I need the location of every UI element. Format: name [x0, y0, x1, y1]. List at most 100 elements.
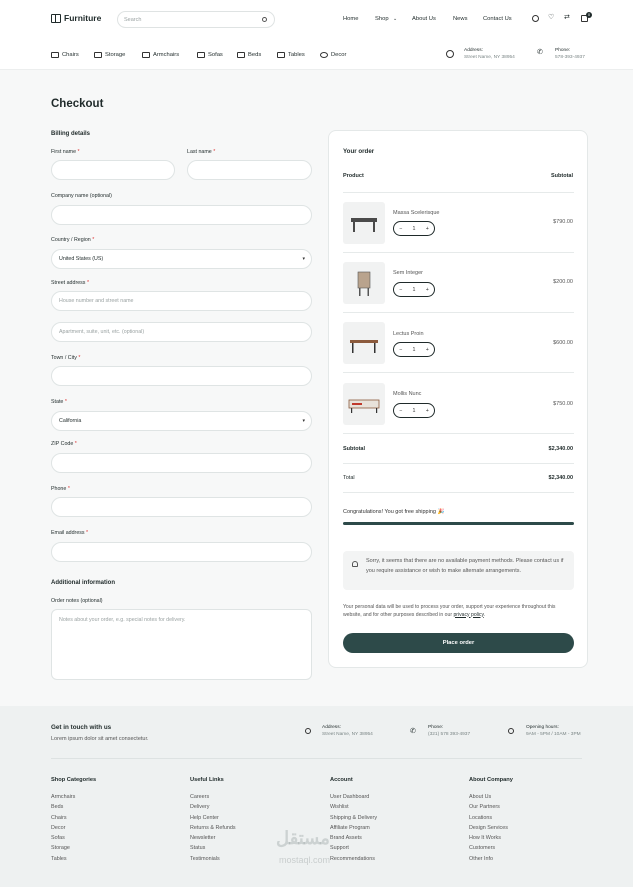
footer-link[interactable]: Delivery — [190, 802, 236, 812]
footer-link[interactable]: Storage — [51, 843, 75, 853]
footer-link[interactable]: Locations — [469, 813, 508, 823]
qty-minus[interactable]: − — [399, 287, 402, 293]
divider — [343, 192, 574, 193]
zip-field[interactable] — [51, 453, 312, 473]
footer-link[interactable]: Shipping & Delivery — [330, 813, 377, 823]
footer-link[interactable]: Newsletter — [190, 833, 236, 843]
last-name-field[interactable] — [187, 160, 312, 180]
divider — [343, 312, 574, 313]
footer-link[interactable]: Armchairs — [51, 792, 75, 802]
footer-divider — [51, 758, 582, 759]
qty-minus[interactable]: − — [399, 226, 402, 232]
qty-plus[interactable]: + — [426, 347, 429, 353]
qty-value[interactable]: 1 — [413, 287, 416, 293]
qty-plus[interactable]: + — [426, 408, 429, 414]
category-armchairs[interactable]: Armchairs — [142, 52, 179, 58]
chevron-down-icon[interactable]: ⌄ — [393, 16, 397, 22]
town-field[interactable] — [51, 366, 312, 386]
payment-notice: Sorry, it seems that there are no availa… — [343, 551, 574, 590]
order-notes-textarea[interactable]: Notes about your order, e.g. special not… — [51, 609, 312, 680]
nav-about[interactable]: About Us — [412, 16, 436, 22]
country-label: Country / Region * — [51, 237, 94, 243]
nav-contact[interactable]: Contact Us — [483, 16, 512, 22]
divider — [343, 463, 574, 464]
company-field[interactable] — [51, 205, 312, 225]
footer-link[interactable]: Other Info — [469, 854, 508, 864]
footer-link[interactable]: Decor — [51, 823, 75, 833]
quantity-stepper[interactable]: − 1 + — [393, 342, 435, 357]
category-chairs[interactable]: Chairs — [51, 52, 79, 58]
product-name[interactable]: Sem Integer — [393, 270, 423, 276]
footer-link[interactable]: User Dashboard — [330, 792, 377, 802]
quantity-stepper[interactable]: − 1 + — [393, 221, 435, 236]
footer-link[interactable]: Our Partners — [469, 802, 508, 812]
footer-link[interactable]: Chairs — [51, 813, 75, 823]
footer-link[interactable]: Design Services — [469, 823, 508, 833]
qty-plus[interactable]: + — [426, 287, 429, 293]
footer-link[interactable]: Beds — [51, 802, 75, 812]
state-value: California — [59, 418, 82, 424]
search-input[interactable]: Search — [117, 11, 275, 28]
footer-link[interactable]: Help Center — [190, 813, 236, 823]
category-tables[interactable]: Tables — [277, 52, 305, 58]
country-select[interactable]: United States (US) — [51, 249, 312, 269]
category-storage[interactable]: Storage — [94, 52, 125, 58]
product-image[interactable] — [343, 202, 385, 244]
product-name[interactable]: Mollis Nunc — [393, 391, 421, 397]
footer-link[interactable]: About Us — [469, 792, 508, 802]
product-name[interactable]: Massa Scelerisque — [393, 210, 439, 216]
qty-value[interactable]: 1 — [413, 226, 416, 232]
product-image[interactable] — [343, 322, 385, 364]
street-field[interactable]: House number and street name — [51, 291, 312, 311]
street2-field[interactable]: Apartment, suite, unit, etc. (optional) — [51, 322, 312, 342]
bed-icon — [237, 52, 245, 58]
user-icon[interactable] — [532, 15, 539, 22]
footer-link[interactable]: How It Works — [469, 833, 508, 843]
qty-minus[interactable]: − — [399, 347, 402, 353]
state-select[interactable]: California — [51, 411, 312, 431]
footer-link[interactable]: Customers — [469, 843, 508, 853]
qty-value[interactable]: 1 — [413, 347, 416, 353]
required-mark: * — [78, 355, 81, 361]
footer-link[interactable]: Status — [190, 843, 236, 853]
footer-link[interactable]: Wishlist — [330, 802, 377, 812]
category-beds[interactable]: Beds — [237, 52, 261, 58]
footer-link[interactable]: Sofas — [51, 833, 75, 843]
nav-news[interactable]: News — [453, 16, 468, 22]
footer-link[interactable]: Tables — [51, 854, 75, 864]
first-name-field[interactable] — [51, 160, 175, 180]
qty-plus[interactable]: + — [426, 226, 429, 232]
qty-minus[interactable]: − — [399, 408, 402, 414]
category-label: Storage — [105, 52, 126, 58]
heart-icon[interactable]: ♡ — [548, 13, 555, 21]
footer-link[interactable]: Careers — [190, 792, 236, 802]
logo[interactable]: Furniture — [51, 13, 101, 23]
phone-field[interactable] — [51, 497, 312, 517]
footer-col-title: Useful Links — [190, 777, 224, 783]
nav-home[interactable]: Home — [343, 16, 358, 22]
category-decor[interactable]: Decor — [320, 52, 346, 58]
footer-link[interactable]: Affiliate Program — [330, 823, 377, 833]
compare-icon[interactable]: ⇄ — [564, 13, 571, 21]
footer-link[interactable]: Brand Assets — [330, 833, 377, 843]
order-title: Your order — [343, 148, 375, 155]
privacy-policy-link[interactable]: privacy policy — [453, 612, 483, 618]
qty-value[interactable]: 1 — [413, 408, 416, 414]
email-field[interactable] — [51, 542, 312, 562]
place-order-button[interactable]: Place order — [343, 633, 574, 653]
footer-link[interactable]: Returns & Refunds — [190, 823, 236, 833]
quantity-stepper[interactable]: − 1 + — [393, 403, 435, 418]
search-icon[interactable] — [262, 17, 267, 22]
quantity-stepper[interactable]: − 1 + — [393, 282, 435, 297]
category-sofas[interactable]: Sofas — [197, 52, 223, 58]
footer-link[interactable]: Testimonials — [190, 854, 236, 864]
product-image[interactable] — [343, 383, 385, 425]
required-mark: * — [86, 280, 89, 286]
company-label: Company name (optional) — [51, 193, 112, 199]
nav-shop[interactable]: Shop — [375, 16, 389, 22]
footer-link[interactable]: Support — [330, 843, 377, 853]
product-image[interactable] — [343, 262, 385, 304]
product-price: $790.00 — [553, 219, 573, 225]
product-name[interactable]: Lectus Proin — [393, 331, 424, 337]
footer-link[interactable]: Recommendations — [330, 854, 377, 864]
